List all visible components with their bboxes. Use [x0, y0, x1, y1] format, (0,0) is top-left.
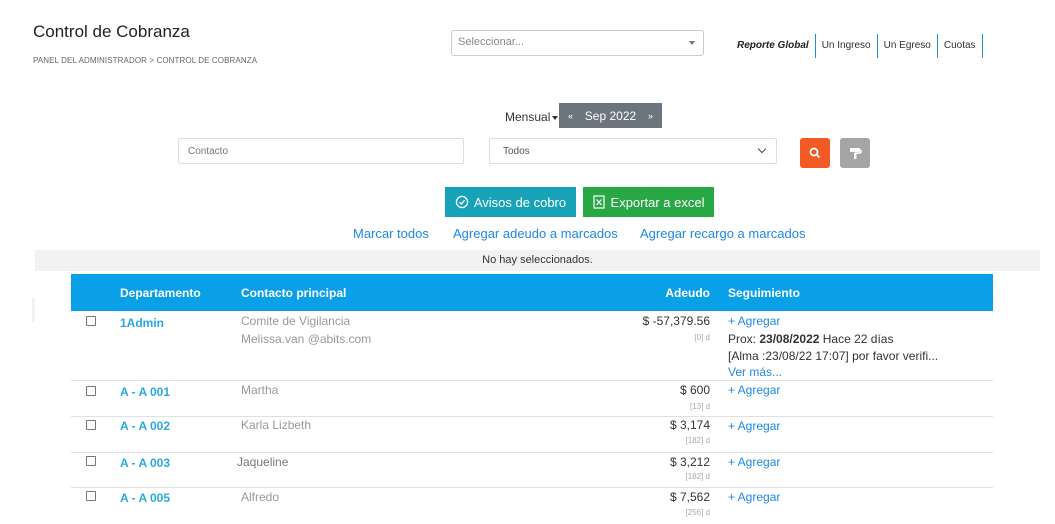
selection-status: No hay seleccionados.: [35, 250, 1040, 271]
department-link[interactable]: 1Admin: [120, 316, 164, 330]
add-surcharge-link[interactable]: Agregar recargo a marcados: [640, 226, 805, 241]
debt-days: [256] d: [685, 508, 710, 517]
debt-days: [13] d: [689, 402, 710, 411]
next-followup-prefix: Prox:: [728, 332, 757, 346]
search-icon: [809, 147, 821, 159]
caret-down-icon: [689, 41, 695, 45]
row-checkbox[interactable]: [86, 491, 96, 501]
contact-name: Martha: [241, 383, 279, 397]
link-un-egreso[interactable]: Un Egreso: [878, 34, 938, 58]
contact-email: Melissa.van @abits.com: [241, 332, 372, 346]
debt-amount: $ 3,212: [669, 455, 710, 469]
see-more-link[interactable]: Ver más...: [728, 365, 782, 379]
add-followup-link[interactable]: + Agregar: [728, 455, 780, 469]
add-followup-link[interactable]: + Agregar: [728, 314, 780, 328]
header-contacto[interactable]: Contacto principal: [241, 286, 346, 300]
table-row: A - A 001 Martha $ 600 [13] d + Agregar: [71, 381, 993, 417]
next-period-button[interactable]: »: [648, 111, 653, 121]
next-followup-date: 23/08/2022: [759, 332, 820, 346]
period-type-label: Mensual: [505, 110, 551, 124]
page-title: Control de Cobranza: [33, 22, 190, 41]
chevron-down-icon: [757, 144, 767, 154]
add-followup-link[interactable]: + Agregar: [728, 490, 780, 504]
table-row: A - A 005 Alfredo $ 7,562 [256] d + Agre…: [71, 488, 993, 524]
paint-roller-icon: [850, 148, 862, 159]
building-select[interactable]: Seleccionar...: [451, 30, 704, 56]
link-reporte-global[interactable]: Reporte Global: [737, 34, 816, 58]
row-checkbox[interactable]: [86, 456, 96, 466]
building-select-placeholder: Seleccionar...: [458, 36, 525, 48]
debt-amount: $ 600: [679, 383, 710, 397]
row-checkbox[interactable]: [86, 386, 96, 396]
clear-filters-button[interactable]: [840, 138, 870, 168]
search-button[interactable]: [800, 138, 830, 168]
debt-amount: $ 7,562: [669, 490, 710, 504]
contact-input[interactable]: Contacto: [178, 138, 464, 164]
excel-file-icon: [592, 195, 605, 209]
row-checkbox[interactable]: [86, 420, 96, 430]
add-followup-link[interactable]: + Agregar: [728, 419, 780, 433]
status-select-value: Todos: [503, 146, 530, 157]
debt-days: [0] d: [694, 333, 710, 342]
header-seguimiento[interactable]: Seguimiento: [728, 286, 800, 300]
table-row: 1Admin Comite de Vigilancia Melissa.van …: [71, 311, 993, 381]
prev-period-button[interactable]: «: [568, 111, 573, 121]
link-cuotas[interactable]: Cuotas: [938, 34, 983, 58]
add-debt-link[interactable]: Agregar adeudo a marcados: [453, 226, 618, 241]
debt-days: [182] d: [685, 472, 710, 481]
period-navigator: « Sep 2022 »: [559, 103, 662, 128]
mark-all-link[interactable]: Marcar todos: [353, 226, 429, 241]
payment-notices-label: Avisos de cobro: [473, 194, 567, 210]
header-adeudo[interactable]: Adeudo: [665, 286, 710, 300]
next-followup: Prox: 23/08/2022 Hace 22 días: [728, 332, 893, 346]
payment-notices-button[interactable]: Avisos de cobro: [445, 187, 576, 217]
status-select[interactable]: Todos: [489, 138, 777, 164]
department-link[interactable]: A - A 005: [120, 491, 170, 505]
table-row: A - A 003 Jaqueline $ 3,212 [182] d + Ag…: [71, 453, 993, 488]
department-link[interactable]: A - A 003: [120, 456, 170, 470]
link-un-ingreso[interactable]: Un Ingreso: [816, 34, 878, 58]
add-followup-link[interactable]: + Agregar: [728, 383, 780, 397]
divider: [32, 298, 35, 322]
debt-amount: $ 3,174: [669, 418, 710, 432]
next-followup-relative: Hace 22 días: [822, 332, 894, 346]
department-link[interactable]: A - A 002: [120, 419, 170, 433]
breadcrumb: PANEL DEL ADMINISTRADOR > CONTROL DE COB…: [33, 56, 258, 65]
contact-name: Alfredo: [241, 490, 280, 504]
check-circle-icon: [455, 195, 469, 209]
department-link[interactable]: A - A 001: [120, 385, 170, 399]
contact-name: Karla Lizbeth: [241, 418, 312, 432]
table-header: Departamento Contacto principal Adeudo S…: [71, 274, 993, 311]
caret-down-icon: [552, 115, 559, 120]
debt-days: [182] d: [685, 436, 710, 445]
row-checkbox[interactable]: [86, 316, 96, 326]
report-links: Reporte Global Un Ingreso Un Egreso Cuot…: [737, 34, 983, 58]
current-period: Sep 2022: [584, 108, 637, 123]
debt-amount: $ -57,379.56: [642, 314, 710, 328]
followup-note: [Alma :23/08/22 17:07] por favor verifi.…: [728, 349, 939, 363]
export-excel-label: Exportar a excel: [610, 194, 705, 210]
contact-name: Comite de Vigilancia: [241, 314, 351, 328]
header-departamento[interactable]: Departamento: [120, 286, 201, 300]
period-type-dropdown[interactable]: Mensual: [505, 110, 559, 124]
contact-name: Jaqueline: [237, 455, 289, 469]
export-excel-button[interactable]: Exportar a excel: [583, 187, 714, 217]
table-row: A - A 002 Karla Lizbeth $ 3,174 [182] d …: [71, 417, 993, 453]
